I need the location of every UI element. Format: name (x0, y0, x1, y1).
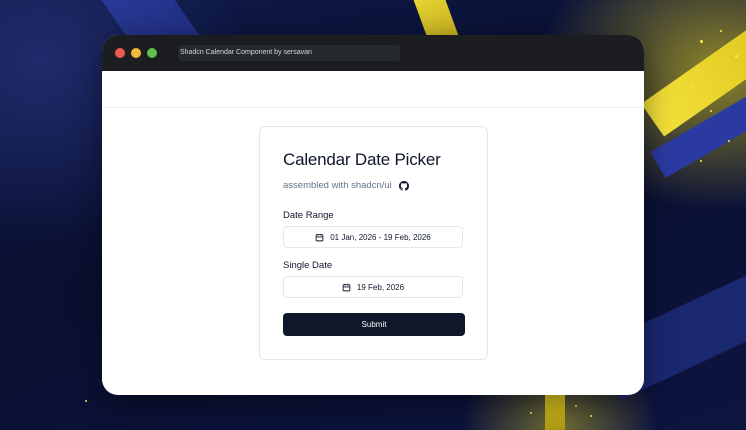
single-date-label: Single Date (283, 260, 333, 271)
date-range-value: 01 Jan, 2026 - 19 Feb, 2026 (330, 232, 431, 242)
calendar-icon (315, 233, 324, 241)
submit-button[interactable]: Submit (283, 313, 465, 336)
browser-window: Shadcn Calendar Component by sersavan Ca… (102, 35, 644, 395)
minimize-window-button[interactable] (131, 48, 141, 58)
github-icon[interactable] (398, 180, 409, 191)
single-date-picker-button[interactable]: 19 Feb, 2026 (283, 276, 463, 298)
sparkle (700, 160, 702, 162)
sparkle (710, 110, 712, 112)
window-title: Shadcn Calendar Component by sersavan (178, 45, 400, 61)
sparkle (530, 412, 532, 414)
date-range-picker-button[interactable]: 01 Jan, 2026 - 19 Feb, 2026 (283, 226, 463, 248)
sparkle (660, 95, 662, 97)
card-subtitle: assembled with shadcn/ui (283, 180, 392, 191)
subtitle-row: assembled with shadcn/ui (283, 180, 409, 191)
sparkle (728, 140, 730, 142)
close-window-button[interactable] (115, 48, 125, 58)
sparkle (735, 55, 738, 58)
sparkle (575, 405, 577, 407)
calendar-icon (342, 283, 351, 291)
sparkle (700, 40, 703, 43)
page-header (102, 71, 644, 108)
date-range-label: Date Range (283, 210, 334, 221)
title-bar: Shadcn Calendar Component by sersavan (102, 35, 644, 71)
decorative-stripe (545, 395, 565, 430)
date-picker-card: Calendar Date Picker assembled with shad… (259, 126, 488, 360)
sparkle (590, 415, 592, 417)
sparkle (690, 85, 692, 87)
card-title: Calendar Date Picker (283, 150, 441, 169)
single-date-value: 19 Feb, 2026 (356, 282, 405, 292)
maximize-window-button[interactable] (147, 48, 157, 58)
sparkle (85, 400, 87, 402)
sparkle (720, 30, 722, 32)
